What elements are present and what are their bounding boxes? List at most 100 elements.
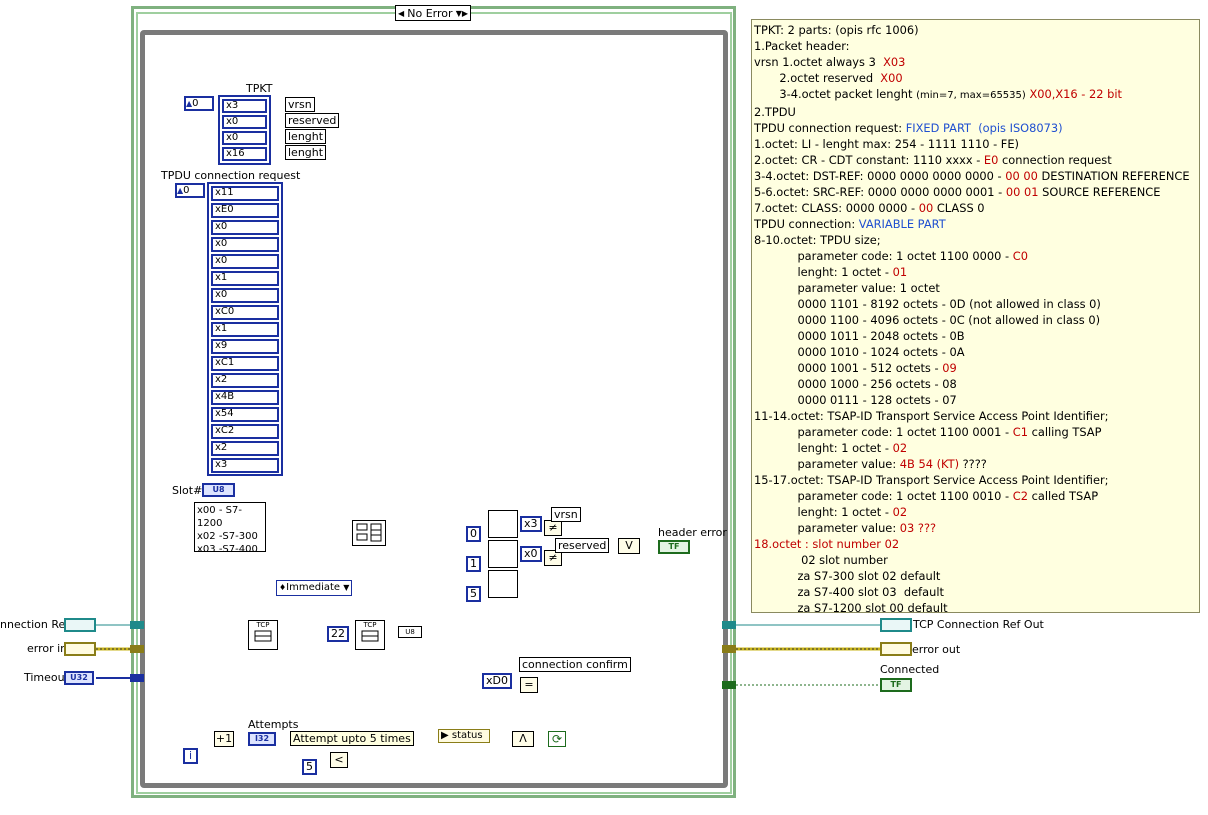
- tpdu-element[interactable]: xE0: [211, 203, 279, 218]
- note-line: 0000 1001 - 512 octets - 09: [754, 361, 957, 375]
- note-line: parameter value: 1 octet: [754, 281, 940, 295]
- note-line: 0000 1101 - 8192 octets - 0D (not allowe…: [754, 297, 1101, 311]
- header-error-indicator: TF: [658, 540, 690, 554]
- tpdu-element[interactable]: x0: [211, 288, 279, 303]
- error-out-label: error out: [912, 643, 961, 656]
- compare-constant-x0[interactable]: x0: [520, 546, 542, 562]
- tpdu-element[interactable]: x3: [211, 458, 279, 473]
- note-line: 0000 1010 - 1024 octets - 0A: [754, 345, 965, 359]
- equal-node[interactable]: =: [520, 677, 538, 693]
- tpdu-element[interactable]: xC0: [211, 305, 279, 320]
- tpdu-element[interactable]: x0: [211, 254, 279, 269]
- slot-control[interactable]: U8: [202, 483, 235, 497]
- note-line: 3-4.octet packet lenght (min=7, max=6553…: [754, 87, 1122, 101]
- tcp-read-icon: [361, 630, 379, 642]
- note-line: TPDU connection: VARIABLE PART: [754, 217, 946, 231]
- less-than-node[interactable]: <: [330, 752, 348, 768]
- tpdu-element[interactable]: xC2: [211, 424, 279, 439]
- note-line: 8-10.octet: TPDU size;: [754, 233, 881, 247]
- note-line: 0000 0111 - 128 octets - 07: [754, 393, 957, 407]
- tunnel-timeout-left: [130, 674, 144, 682]
- timeout-control[interactable]: U32: [64, 671, 94, 685]
- unbundle-status-node[interactable]: ▶ status: [438, 729, 490, 743]
- bytes-to-read-constant[interactable]: 22: [327, 626, 349, 642]
- attempt-note: Attempt upto 5 times: [290, 731, 414, 746]
- note-line: 0000 1011 - 2048 octets - 0B: [754, 329, 965, 343]
- slot-label: Slot#: [172, 484, 203, 497]
- tpkt-element[interactable]: x0: [222, 115, 267, 129]
- tpkt-array[interactable]: x3 x0 x0 x16: [218, 95, 271, 165]
- note-line: 18.octet : slot number 02: [754, 537, 900, 551]
- tpdu-element[interactable]: xC1: [211, 356, 279, 371]
- compare-constant-x3[interactable]: x3: [520, 516, 542, 532]
- note-line: 0000 1000 - 256 octets - 08: [754, 377, 957, 391]
- note-line: 1.octet: LI - lenght max: 254 - 1111 111…: [754, 137, 1019, 151]
- tpdu-element[interactable]: x4B: [211, 390, 279, 405]
- immediate-mode-ring[interactable]: ♦Immediate ▼: [276, 580, 352, 596]
- case-dropdown-icon[interactable]: ▼▶: [456, 9, 468, 18]
- tpkt-label: TPKT: [246, 82, 273, 95]
- note-line: TPDU connection request: FIXED PART (opi…: [754, 121, 1063, 135]
- error-out-indicator: [880, 642, 912, 656]
- dropdown-icon: ▼: [343, 583, 350, 592]
- tpdu-element[interactable]: x1: [211, 322, 279, 337]
- tpdu-index[interactable]: ▲0: [175, 183, 205, 198]
- note-line: 11-14.octet: TSAP-ID Transport Service A…: [754, 409, 1109, 423]
- connection-ref-out-label: TCP Connection Ref Out: [913, 618, 1044, 631]
- connection-ref-out-indicator: [880, 618, 912, 632]
- increment-node[interactable]: +1: [214, 731, 234, 747]
- note-line: TPKT: 2 parts: (opis rfc 1006): [754, 23, 919, 37]
- tcp-read-node[interactable]: TCP: [355, 620, 385, 650]
- note-line: 5-6.octet: SRC-REF: 0000 0000 0000 0001 …: [754, 185, 1161, 199]
- or-node[interactable]: V: [618, 538, 640, 554]
- note-line: 7.octet: CLASS: 0000 0000 - 00 CLASS 0: [754, 201, 985, 215]
- loop-condition-icon[interactable]: ⟳: [548, 731, 566, 747]
- tpkt-element[interactable]: x0: [222, 131, 267, 145]
- tunnel-ref-right: [722, 621, 736, 629]
- tpdu-element[interactable]: x2: [211, 373, 279, 388]
- tpdu-array[interactable]: x11 xE0 x0 x0 x0 x1 x0 xC0 x1 x9 xC1 x2 x4B x54 xC2 x2 x…: [207, 182, 283, 476]
- build-array-icon: [356, 523, 382, 542]
- string-to-byte-array-node[interactable]: U8: [398, 626, 422, 638]
- tunnel-error-right: [722, 645, 736, 653]
- tpdu-element[interactable]: x0: [211, 237, 279, 252]
- connection-confirm-constant[interactable]: xD0: [482, 673, 512, 689]
- tpdu-element[interactable]: x0: [211, 220, 279, 235]
- build-array-node[interactable]: [352, 520, 386, 546]
- and-node[interactable]: Λ: [512, 731, 534, 747]
- not-equal-node-1[interactable]: ≠: [544, 520, 562, 536]
- note-line: 15-17.octet: TSAP-ID Transport Service A…: [754, 473, 1109, 487]
- timeout-label: Timeout: [24, 671, 69, 684]
- note-line: lenght: 1 octet - 02: [754, 441, 908, 455]
- error-in-control[interactable]: [64, 642, 96, 656]
- index-array-node-3[interactable]: [488, 570, 518, 598]
- iteration-terminal: i: [183, 748, 198, 764]
- tpdu-element[interactable]: x54: [211, 407, 279, 422]
- tpkt-element[interactable]: x16: [222, 147, 267, 161]
- tcp-write-node[interactable]: TCP: [248, 620, 278, 650]
- tpkt-label-lenght-2: lenght: [285, 145, 327, 160]
- index-array-node-1[interactable]: [488, 510, 518, 538]
- tpkt-label-lenght: lenght: [285, 129, 327, 144]
- tpdu-element[interactable]: x2: [211, 441, 279, 456]
- tpdu-element[interactable]: x1: [211, 271, 279, 286]
- tcp-write-icon: [254, 630, 272, 642]
- index-constant-5[interactable]: 5: [466, 586, 481, 602]
- tpdu-element[interactable]: x9: [211, 339, 279, 354]
- tpkt-element[interactable]: x3: [222, 99, 267, 113]
- max-attempts-constant[interactable]: 5: [302, 759, 317, 775]
- note-line: parameter code: 1 octet 1100 0000 - C0: [754, 249, 1028, 263]
- index-constant-1[interactable]: 1: [466, 556, 481, 572]
- attempts-indicator: I32: [248, 732, 276, 746]
- note-line: 1.Packet header:: [754, 39, 850, 53]
- tpkt-index[interactable]: ▲0: [184, 96, 214, 111]
- connection-ref-in-control[interactable]: [64, 618, 96, 632]
- index-constant-0[interactable]: 0: [466, 526, 481, 542]
- case-selector[interactable]: ◀ No Error ▼▶: [395, 5, 471, 21]
- vrsn-label: vrsn: [551, 507, 581, 522]
- tpdu-element[interactable]: x11: [211, 186, 279, 201]
- case-prev-icon[interactable]: ◀: [398, 9, 404, 18]
- note-line: 02 slot number: [754, 553, 888, 567]
- index-array-node-2[interactable]: [488, 540, 518, 568]
- tpdu-label: TPDU connection request: [161, 169, 301, 182]
